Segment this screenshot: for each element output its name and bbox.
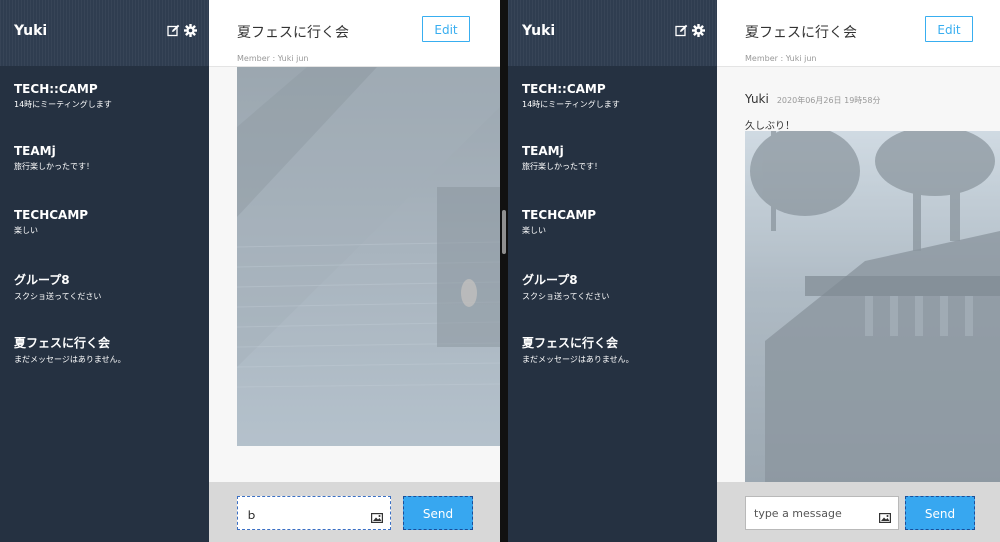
group-last-message: まだメッセージはありません。 xyxy=(522,355,634,364)
group-last-message: 14時にミーティングします xyxy=(14,100,112,109)
sidebar-icons xyxy=(167,24,197,37)
user-name: Yuki xyxy=(522,23,556,39)
edit-icon[interactable] xyxy=(675,24,688,37)
group-name: 夏フェスに行く会 xyxy=(522,336,619,350)
chat-main: 夏フェスに行く会 Member : Yuki jun Edit Yuki 202… xyxy=(717,0,1000,542)
group-item-teamj[interactable]: TEAMj 旅行楽しかったです！ xyxy=(14,144,204,172)
message-input-value: ｂ xyxy=(246,509,257,522)
send-button[interactable]: Send xyxy=(905,496,975,530)
user-name: Yuki xyxy=(14,23,48,39)
group-last-message: 旅行楽しかったです！ xyxy=(522,162,602,171)
sidebar-header: Yuki xyxy=(508,0,717,66)
image-icon[interactable] xyxy=(371,508,384,527)
send-button[interactable]: Send xyxy=(403,496,473,530)
member-list: Member : Yuki jun xyxy=(237,54,309,63)
message-text: 久しぶり！ xyxy=(745,121,795,132)
group-item-group8[interactable]: グループ8 スクショ送ってください xyxy=(522,271,712,302)
group-last-message: スクショ送ってください xyxy=(14,292,102,301)
edit-button[interactable]: Edit xyxy=(422,16,470,42)
group-last-message: 楽しい xyxy=(522,226,546,235)
message-header: Yuki 2020年06月26日 19時58分 xyxy=(745,92,880,106)
message-image xyxy=(237,67,500,446)
group-item-summer-fes[interactable]: 夏フェスに行く会 まだメッセージはありません。 xyxy=(522,334,712,365)
split-divider-handle[interactable] xyxy=(502,210,506,254)
group-name: グループ8 xyxy=(14,273,70,287)
group-last-message: 旅行楽しかったです！ xyxy=(14,162,94,171)
group-item-tech-camp[interactable]: TECH::CAMP 14時にミーティングします xyxy=(522,82,712,110)
message-user: Yuki xyxy=(745,92,769,106)
sidebar: Yuki TECH::CAMP 14時にミーティングします TEAMj 旅行楽し… xyxy=(508,0,717,542)
group-item-group8[interactable]: グループ8 スクショ送ってください xyxy=(14,271,204,302)
group-name: TECHCAMP xyxy=(522,208,597,222)
sidebar-header: Yuki xyxy=(0,0,209,66)
split-divider xyxy=(500,0,508,542)
sidebar: Yuki TECH::CAMP 14時にミーティングします TEAMj 旅行楽し… xyxy=(0,0,209,542)
group-item-techcamp[interactable]: TECHCAMP 楽しい xyxy=(522,208,712,236)
group-name: TECHCAMP xyxy=(14,208,89,222)
app-window-left: Yuki TECH::CAMP 14時にミーティングします TEAMj 旅行楽し… xyxy=(0,0,500,542)
group-item-summer-fes[interactable]: 夏フェスに行く会 まだメッセージはありません。 xyxy=(14,334,204,365)
group-last-message: 14時にミーティングします xyxy=(522,100,620,109)
group-name: グループ8 xyxy=(522,273,578,287)
message-form: ｂ Send xyxy=(209,482,500,542)
message-input[interactable]: ｂ xyxy=(237,496,391,530)
image-icon[interactable] xyxy=(879,508,892,527)
group-last-message: まだメッセージはありません。 xyxy=(14,355,126,364)
message-date: 2020年06月26日 19時58分 xyxy=(776,96,881,105)
gear-icon[interactable] xyxy=(692,24,705,37)
message-input-placeholder: type a message xyxy=(754,507,842,520)
message-form: type a message Send xyxy=(717,482,1000,542)
group-item-techcamp[interactable]: TECHCAMP 楽しい xyxy=(14,208,204,236)
member-list: Member : Yuki jun xyxy=(745,54,817,63)
sidebar-icons xyxy=(675,24,705,37)
gear-icon[interactable] xyxy=(184,24,197,37)
message-image xyxy=(745,131,1000,482)
group-name: TECH::CAMP xyxy=(522,82,606,96)
group-last-message: 楽しい xyxy=(14,226,38,235)
chat-header: 夏フェスに行く会 Member : Yuki jun Edit xyxy=(717,0,1000,67)
group-name: TEAMj xyxy=(522,144,564,158)
edit-icon[interactable] xyxy=(167,24,180,37)
chat-header: 夏フェスに行く会 Member : Yuki jun Edit xyxy=(209,0,500,67)
group-item-tech-camp[interactable]: TECH::CAMP 14時にミーティングします xyxy=(14,82,204,110)
group-name: 夏フェスに行く会 xyxy=(14,336,111,350)
chat-title: 夏フェスに行く会 xyxy=(237,25,349,41)
app-window-right: Yuki TECH::CAMP 14時にミーティングします TEAMj 旅行楽し… xyxy=(508,0,1000,542)
group-last-message: スクショ送ってください xyxy=(522,292,610,301)
group-name: TEAMj xyxy=(14,144,56,158)
group-name: TECH::CAMP xyxy=(14,82,98,96)
group-item-teamj[interactable]: TEAMj 旅行楽しかったです！ xyxy=(522,144,712,172)
message-input[interactable]: type a message xyxy=(745,496,899,530)
chat-title: 夏フェスに行く会 xyxy=(745,25,857,41)
edit-button[interactable]: Edit xyxy=(925,16,973,42)
chat-main: 夏フェスに行く会 Member : Yuki jun Edit ｂ Send xyxy=(209,0,500,542)
